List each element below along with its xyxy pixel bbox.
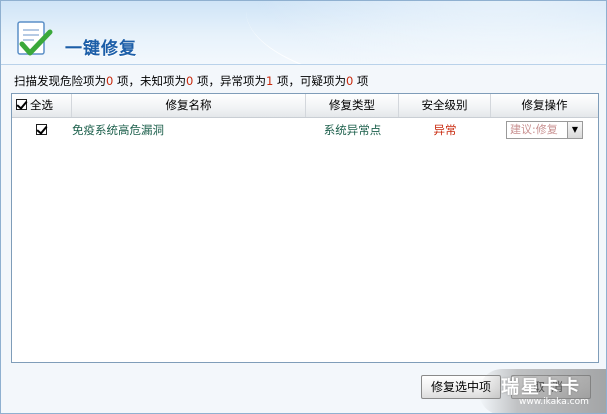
repair-dialog: 一键修复 扫描发现危险项为0 项，未知项为0 项，异常项为1 项，可疑项为0 项…	[0, 0, 607, 414]
repair-operation-cell: 建议:修复 ▼	[506, 121, 583, 141]
column-header-operation[interactable]: 修复操作	[491, 94, 598, 117]
summary-text: 项，可疑项为	[273, 74, 346, 88]
select-all-label: 全选	[30, 98, 53, 112]
table-row: 免疫系统高危漏洞 系统异常点 异常 建议:修复 ▼	[12, 120, 598, 140]
watermark-logo-text: 瑞星卡卡	[501, 377, 581, 398]
repair-operation-select[interactable]: 建议:修复 ▼	[506, 121, 583, 139]
row-select-cell	[36, 120, 47, 140]
select-all-checkbox[interactable]	[16, 99, 27, 110]
summary-text: 扫描发现危险项为	[14, 74, 106, 88]
dialog-header: 一键修复	[1, 1, 606, 65]
column-header-level[interactable]: 安全级别	[399, 94, 491, 117]
repair-check-icon	[17, 21, 53, 56]
page-title: 一键修复	[65, 39, 137, 59]
watermark: 瑞星卡卡 www.ikaka.com	[479, 369, 606, 413]
column-header-name[interactable]: 修复名称	[72, 94, 306, 117]
column-header-type[interactable]: 修复类型	[306, 94, 399, 117]
row-checkbox[interactable]	[36, 124, 47, 135]
repair-operation-value: 建议:修复	[510, 123, 558, 136]
summary-text: 项	[353, 74, 369, 88]
summary-text: 项，未知项为	[113, 74, 186, 88]
chevron-down-icon[interactable]: ▼	[567, 122, 582, 138]
repair-name: 免疫系统高危漏洞	[72, 123, 164, 137]
scan-summary: 扫描发现危险项为0 项，未知项为0 项，异常项为1 项，可疑项为0 项	[14, 73, 368, 89]
header-decoration	[246, 1, 606, 64]
summary-text: 项，异常项为	[193, 74, 266, 88]
repair-table: 全选 修复名称 修复类型 安全级别 修复操作 免疫系统高危漏洞 系统异常点 异常…	[11, 93, 599, 363]
repair-type: 系统异常点	[323, 123, 382, 137]
select-all-header[interactable]: 全选	[12, 94, 72, 117]
watermark-url: www.ikaka.com	[519, 397, 589, 407]
table-header: 全选 修复名称 修复类型 安全级别 修复操作	[12, 94, 598, 118]
security-level: 异常	[433, 123, 457, 137]
